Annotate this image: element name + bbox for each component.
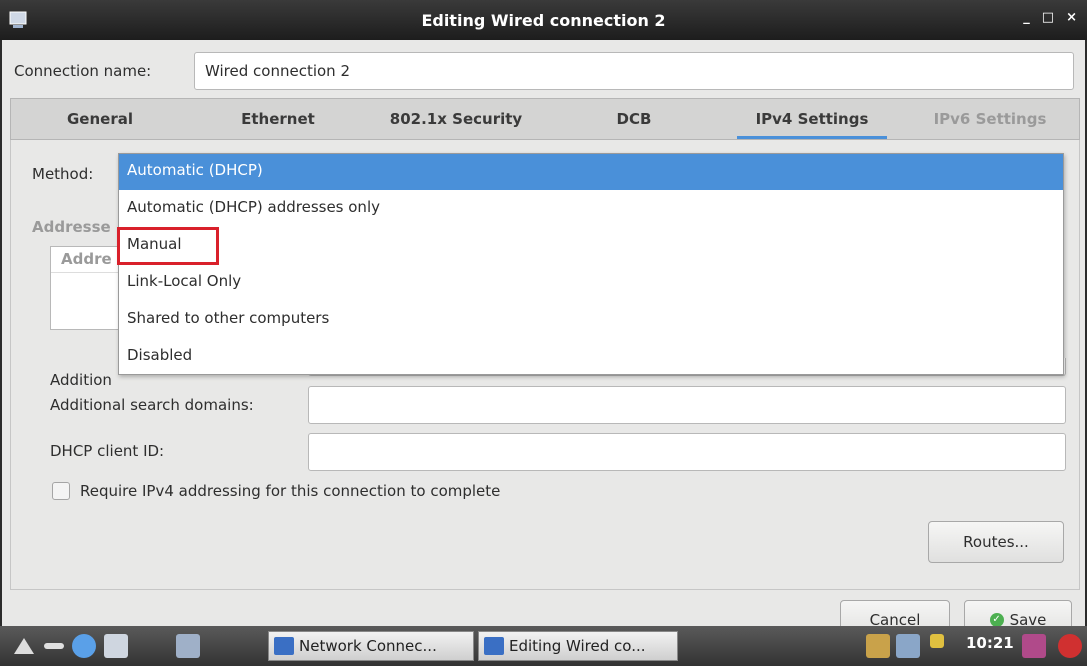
connection-name-label: Connection name: [14, 62, 152, 80]
additional-dns-label: Addition [50, 371, 112, 389]
method-option-shared[interactable]: Shared to other computers [119, 302, 1063, 338]
require-ipv4-label: Require IPv4 addressing for this connect… [80, 482, 501, 500]
connection-name-input[interactable] [194, 52, 1074, 90]
taskbar-task-label: Network Connec... [299, 637, 437, 655]
tab-8021x-security[interactable]: 802.1x Security [367, 99, 545, 139]
dhcp-client-id-input[interactable] [308, 433, 1066, 471]
network-status-icon[interactable] [896, 634, 920, 658]
minimize-all-icon[interactable] [44, 643, 64, 649]
start-menu-icon[interactable] [12, 634, 36, 658]
maximize-button[interactable]: □ [1042, 10, 1054, 25]
method-option-disabled[interactable]: Disabled [119, 339, 1063, 375]
taskbar-task-network-connections[interactable]: Network Connec... [268, 631, 474, 661]
method-label: Method: [32, 165, 94, 183]
addresses-label: Addresse [32, 218, 111, 236]
method-dropdown-list[interactable]: Automatic (DHCP) Automatic (DHCP) addres… [118, 153, 1064, 375]
require-ipv4-checkbox[interactable] [52, 482, 70, 500]
window-titlebar[interactable]: Editing Wired connection 2 _ □ × [0, 0, 1087, 40]
method-option-automatic-dhcp-addresses-only[interactable]: Automatic (DHCP) addresses only [119, 191, 1063, 227]
routes-button[interactable]: Routes... [928, 521, 1064, 563]
tab-ipv4-settings[interactable]: IPv4 Settings [723, 99, 901, 139]
power-icon[interactable] [1058, 634, 1082, 658]
tab-dcb[interactable]: DCB [545, 99, 723, 139]
method-option-manual[interactable]: Manual [119, 228, 1063, 264]
browser-icon[interactable] [72, 634, 96, 658]
notification-icon[interactable] [930, 634, 944, 648]
user-icon[interactable] [1022, 634, 1046, 658]
taskbar-task-label: Editing Wired co... [509, 637, 646, 655]
method-option-automatic-dhcp[interactable]: Automatic (DHCP) [119, 154, 1063, 190]
dhcp-client-id-label: DHCP client ID: [50, 442, 165, 460]
method-option-link-local-only[interactable]: Link-Local Only [119, 265, 1063, 301]
tab-ethernet[interactable]: Ethernet [189, 99, 367, 139]
network-app-icon [9, 11, 27, 28]
clock: 10:21 [966, 634, 1014, 652]
terminal-icon[interactable] [176, 634, 200, 658]
taskbar-task-editing-wired[interactable]: Editing Wired co... [478, 631, 678, 661]
settings-tabs: General Ethernet 802.1x Security DCB IPv… [10, 98, 1080, 140]
connection-name-row: Connection name: [2, 52, 1085, 92]
close-button[interactable]: × [1066, 10, 1077, 25]
tab-general[interactable]: General [11, 99, 189, 139]
window-controls: _ □ × [1023, 10, 1077, 25]
search-domains-label: Additional search domains: [50, 396, 254, 414]
tab-ipv6-settings: IPv6 Settings [933, 110, 1047, 128]
save-icon: ✓ [989, 613, 1004, 627]
network-connections-icon [484, 637, 504, 655]
manual-highlight-annotation [117, 227, 219, 265]
require-ipv4-row: Require IPv4 addressing for this connect… [52, 482, 500, 500]
file-manager-icon[interactable] [104, 634, 128, 658]
clipboard-icon[interactable] [866, 634, 890, 658]
taskbar: Network Connec... Editing Wired co... 10… [0, 626, 1087, 666]
search-domains-input[interactable] [308, 386, 1066, 424]
network-connections-icon [274, 637, 294, 655]
minimize-button[interactable]: _ [1023, 10, 1030, 25]
window-title: Editing Wired connection 2 [421, 10, 666, 30]
